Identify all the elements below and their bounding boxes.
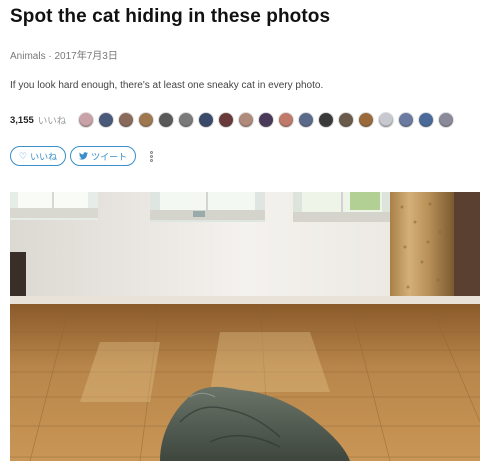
- window-left: [10, 192, 98, 220]
- liker-avatar[interactable]: [338, 112, 355, 128]
- liker-avatar[interactable]: [378, 112, 395, 128]
- liker-avatar[interactable]: [238, 112, 255, 128]
- category-link[interactable]: Animals: [10, 51, 46, 62]
- liker-avatars: [78, 112, 458, 128]
- window-middle: [150, 192, 265, 222]
- tweet-button[interactable]: ツイート: [70, 146, 137, 166]
- liker-avatar[interactable]: [358, 112, 375, 128]
- liker-avatar[interactable]: [158, 112, 175, 128]
- liker-avatar[interactable]: [418, 112, 435, 128]
- like-count: 3,155: [10, 114, 34, 126]
- liker-avatar[interactable]: [318, 112, 335, 128]
- liker-avatar[interactable]: [78, 112, 95, 128]
- more-dot: [149, 154, 153, 158]
- article-photo: [10, 192, 480, 461]
- like-unit-label: いいね: [37, 116, 67, 127]
- liker-avatar[interactable]: [198, 112, 215, 128]
- liker-avatar[interactable]: [278, 112, 295, 128]
- likes-summary: 3,155 いいね: [10, 110, 458, 130]
- liker-avatar[interactable]: [438, 112, 455, 128]
- article-page: Spot the cat hiding in these photos Anim…: [0, 0, 490, 461]
- article-meta: Animals · 2017年7月3日: [10, 47, 118, 62]
- liker-avatar[interactable]: [118, 112, 135, 128]
- liker-avatar[interactable]: [138, 112, 155, 128]
- room-photo-image: [10, 192, 480, 461]
- more-options-button[interactable]: [146, 147, 156, 165]
- like-button[interactable]: ♡ いいね: [10, 146, 67, 166]
- window-right: [293, 192, 393, 222]
- liker-avatar[interactable]: [98, 112, 115, 128]
- liker-avatar[interactable]: [258, 112, 275, 128]
- more-dot: [149, 150, 153, 154]
- twitter-bird-icon: [79, 152, 89, 160]
- article-description: If you look hard enough, there's at leas…: [10, 80, 324, 91]
- tweet-button-label: ツイート: [91, 151, 128, 162]
- heart-outline-icon: ♡: [19, 150, 28, 161]
- liker-avatar[interactable]: [298, 112, 315, 128]
- liker-avatar[interactable]: [218, 112, 235, 128]
- liker-avatar[interactable]: [178, 112, 195, 128]
- liker-avatar[interactable]: [398, 112, 415, 128]
- publish-date: 2017年7月3日: [54, 51, 118, 62]
- more-dot: [149, 158, 153, 162]
- article-title: Spot the cat hiding in these photos: [10, 6, 331, 27]
- action-bar: ♡ いいね ツイート: [10, 146, 156, 166]
- like-button-label: いいね: [30, 151, 58, 162]
